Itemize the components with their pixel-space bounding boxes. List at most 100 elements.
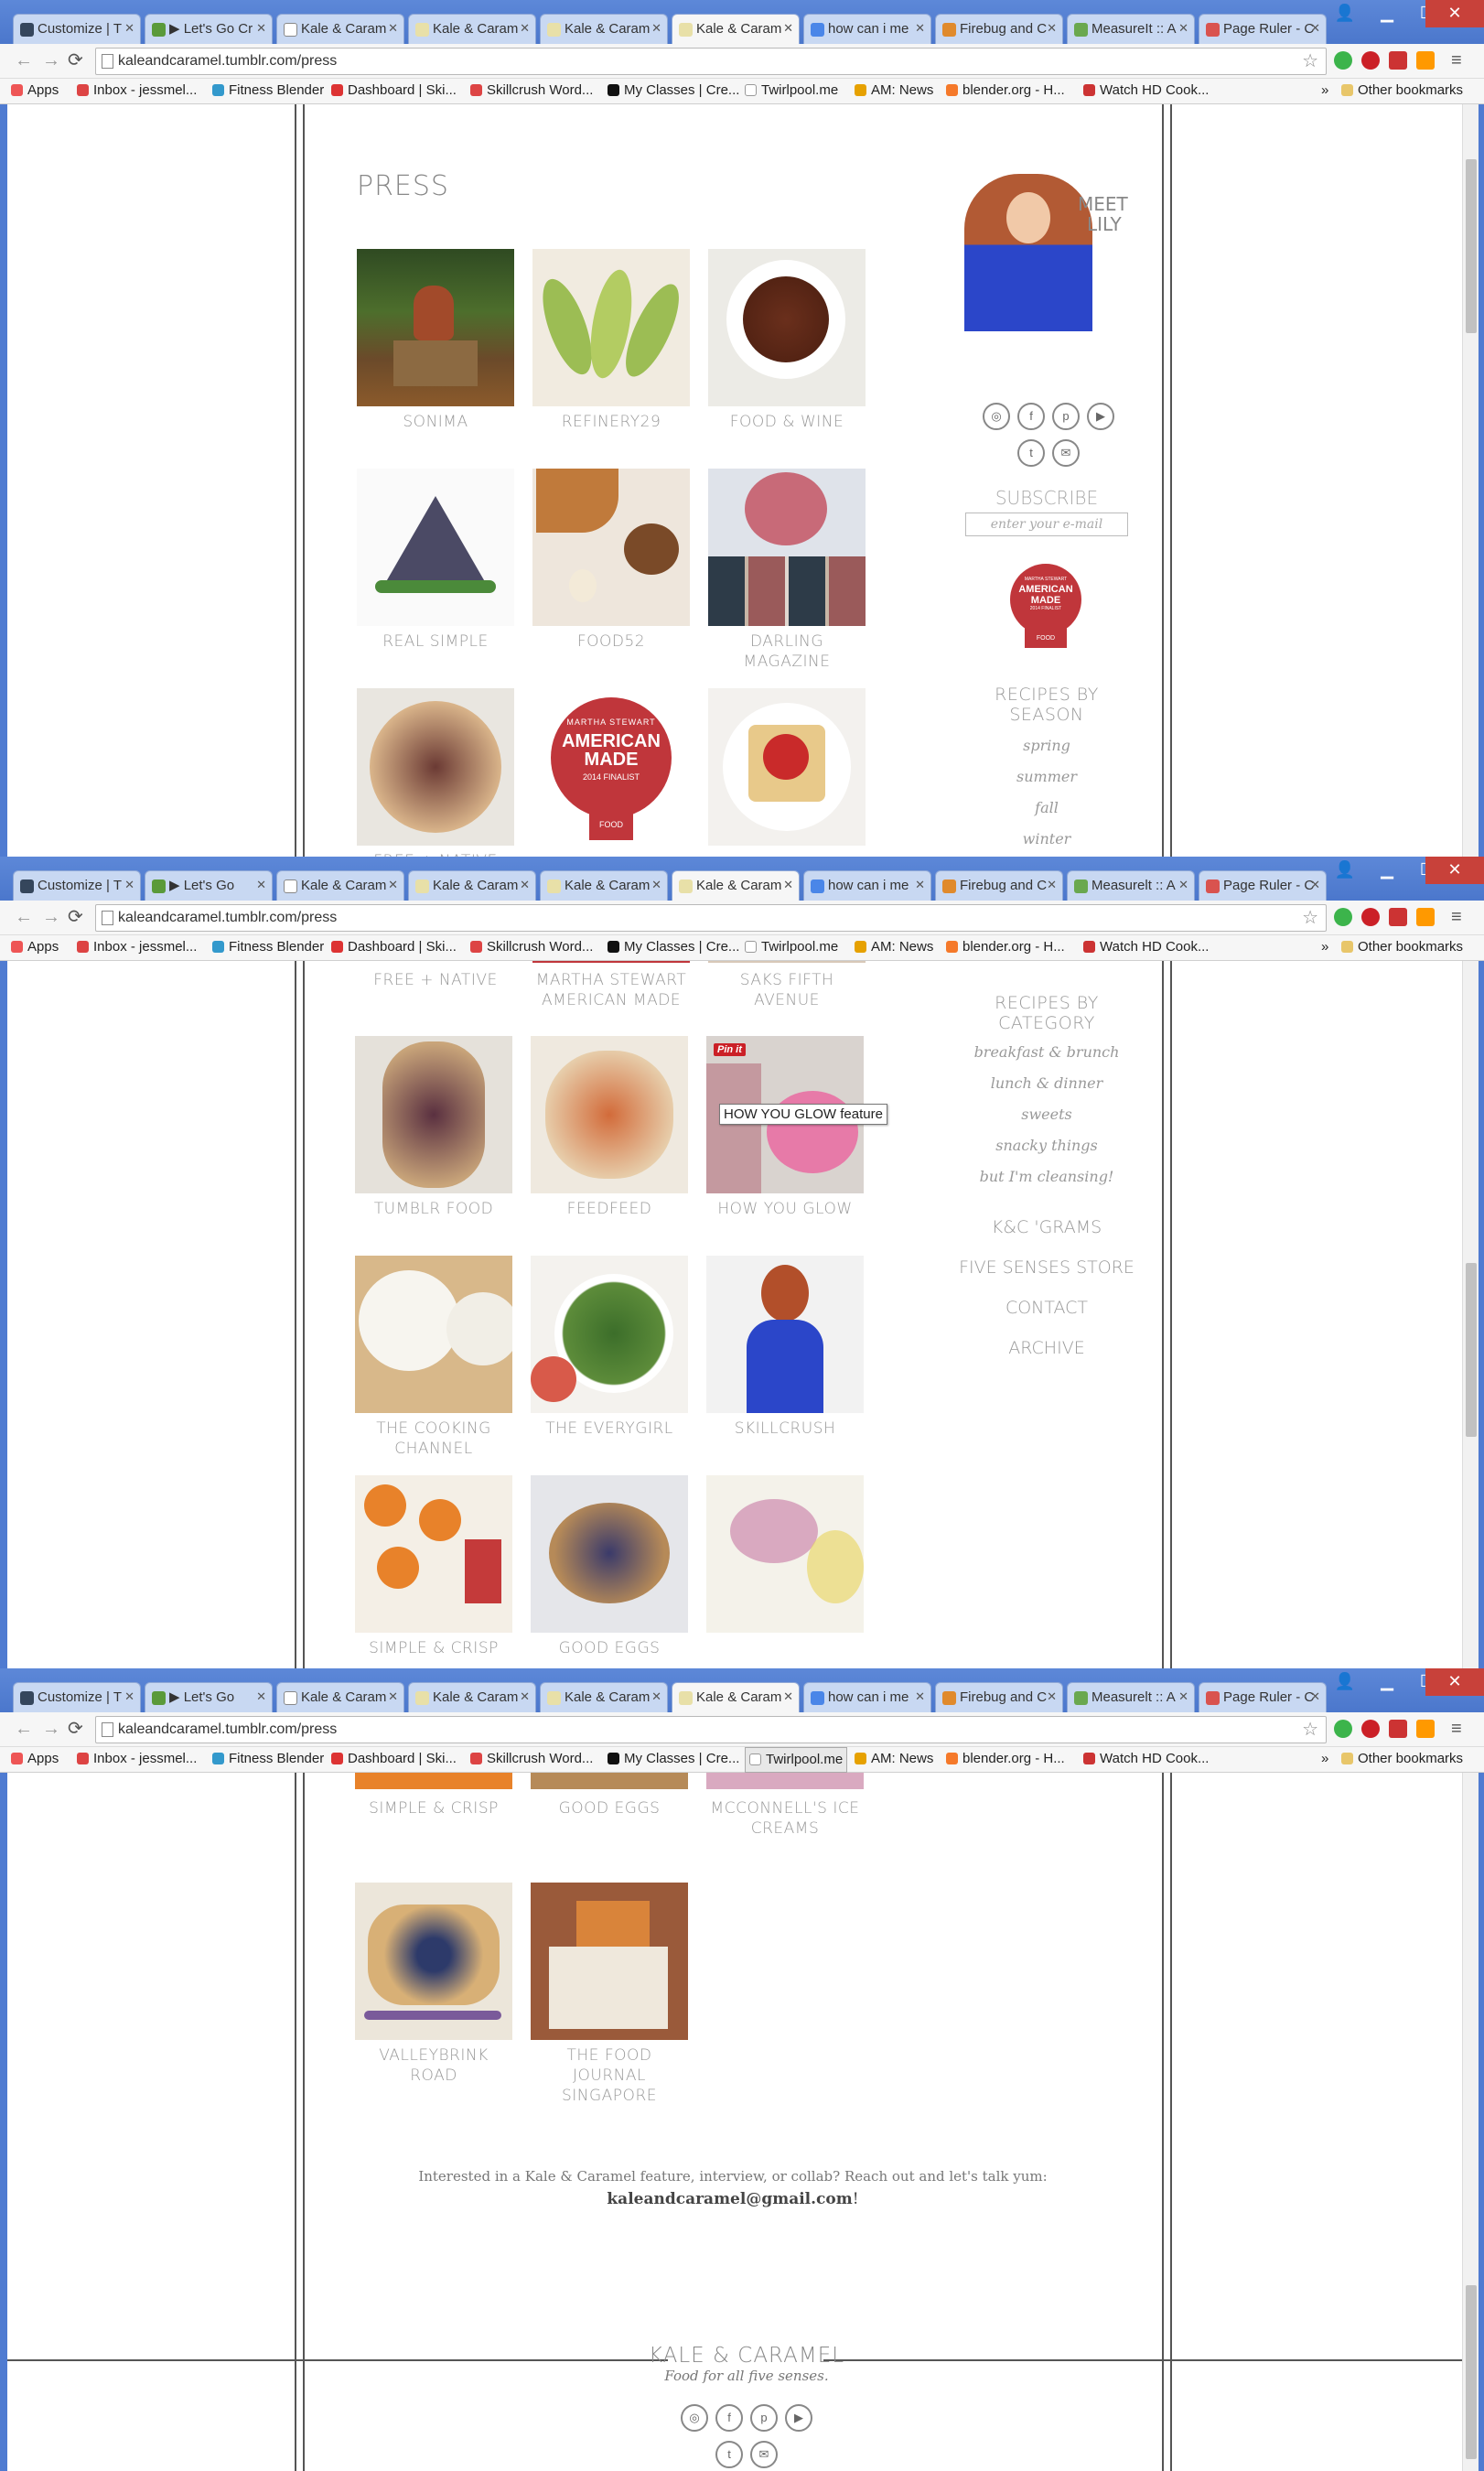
meet-lily-heading[interactable]: MEET LILY bbox=[1078, 194, 1128, 234]
tab[interactable]: ▶ Let's Go Cr ✕ bbox=[145, 14, 273, 44]
more-bookmarks[interactable]: » bbox=[1321, 935, 1328, 959]
press-image[interactable] bbox=[357, 688, 514, 846]
press-item[interactable]: FOOD & WINE bbox=[708, 249, 866, 432]
bookmark[interactable]: blender.org - H... bbox=[946, 1747, 1065, 1771]
press-image[interactable] bbox=[708, 688, 866, 846]
press-image[interactable] bbox=[355, 1036, 512, 1193]
tab[interactable]: Kale & Caram ✕ bbox=[540, 1682, 668, 1712]
press-item[interactable]: FEEDFEED bbox=[531, 1036, 688, 1219]
press-item[interactable]: REAL SIMPLE bbox=[357, 469, 514, 652]
back-icon[interactable]: ← bbox=[15, 49, 33, 72]
minimize-button[interactable]: ▁ bbox=[1367, 0, 1407, 27]
close-tab-icon[interactable]: ✕ bbox=[1047, 878, 1057, 892]
bookmark-apps[interactable]: Apps bbox=[11, 935, 59, 959]
bookmark[interactable]: Skillcrush Word... bbox=[470, 79, 593, 103]
extension-icon[interactable] bbox=[1334, 908, 1352, 926]
save-extension-icon[interactable] bbox=[1389, 51, 1407, 70]
bookmark[interactable]: Inbox - jessmel... bbox=[77, 79, 197, 103]
press-image[interactable] bbox=[708, 469, 866, 626]
bookmark[interactable]: Fitness Blender bbox=[212, 935, 324, 959]
contact-link[interactable]: CONTACT bbox=[955, 1288, 1138, 1328]
bookmark[interactable]: blender.org - H... bbox=[946, 79, 1065, 103]
close-tab-icon[interactable]: ✕ bbox=[1178, 1689, 1188, 1704]
bookmark-apps[interactable]: Apps bbox=[11, 1747, 59, 1771]
press-image[interactable] bbox=[355, 1256, 512, 1413]
bookmark[interactable]: Watch HD Cook... bbox=[1083, 79, 1209, 103]
close-tab-icon[interactable]: ✕ bbox=[124, 878, 134, 892]
press-item[interactable] bbox=[708, 688, 866, 846]
season-link-spring[interactable]: spring bbox=[955, 730, 1138, 761]
store-link[interactable]: FIVE SENSES STORE bbox=[955, 1247, 1138, 1288]
tab[interactable]: Page Ruler - C ✕ bbox=[1199, 870, 1327, 901]
close-tab-icon[interactable]: ✕ bbox=[783, 21, 793, 36]
close-tab-icon[interactable]: ✕ bbox=[256, 21, 266, 36]
bookmark[interactable]: AM: News bbox=[855, 935, 933, 959]
pinterest-icon[interactable]: p bbox=[1052, 403, 1080, 430]
tab[interactable]: Kale & Caram ✕ bbox=[276, 1682, 404, 1712]
youtube-icon[interactable]: ▶ bbox=[785, 2404, 812, 2432]
more-bookmarks[interactable]: » bbox=[1321, 79, 1328, 103]
forward-icon[interactable]: → bbox=[42, 1717, 60, 1741]
close-tab-icon[interactable]: ✕ bbox=[1047, 21, 1057, 36]
close-tab-icon[interactable]: ✕ bbox=[1310, 1689, 1320, 1704]
address-bar[interactable]: kaleandcaramel.tumblr.com/press ☆ bbox=[95, 1716, 1327, 1743]
press-image[interactable] bbox=[357, 469, 514, 626]
season-link-summer[interactable]: summer bbox=[955, 761, 1138, 793]
close-tab-icon[interactable]: ✕ bbox=[388, 1689, 398, 1704]
tab[interactable]: Customize | T ✕ bbox=[13, 14, 141, 44]
extension-icon[interactable] bbox=[1334, 1720, 1352, 1738]
back-icon[interactable]: ← bbox=[15, 905, 33, 929]
tab-active[interactable]: Kale & Caram ✕ bbox=[672, 14, 800, 44]
close-tab-icon[interactable]: ✕ bbox=[783, 878, 793, 892]
close-tab-icon[interactable]: ✕ bbox=[915, 21, 925, 36]
press-item[interactable]: VALLEYBRINK ROAD bbox=[355, 1883, 512, 2086]
bookmark[interactable]: My Classes | Cre... bbox=[608, 79, 739, 103]
category-link[interactable]: snacky things bbox=[955, 1130, 1138, 1161]
bookmark[interactable]: Twirlpool.me bbox=[745, 79, 838, 103]
email-icon[interactable]: ✉ bbox=[1052, 439, 1080, 467]
close-tab-icon[interactable]: ✕ bbox=[256, 1689, 266, 1704]
tab[interactable]: Firebug and C ✕ bbox=[935, 870, 1063, 901]
bookmark[interactable]: Skillcrush Word... bbox=[470, 935, 593, 959]
extension-icon[interactable] bbox=[1334, 51, 1352, 70]
menu-icon[interactable]: ≡ bbox=[1451, 1717, 1462, 1741]
instagram-icon[interactable]: ◎ bbox=[983, 403, 1010, 430]
bookmark[interactable]: Dashboard | Ski... bbox=[331, 935, 457, 959]
contact-email-link[interactable]: kaleandcaramel@gmail.com bbox=[607, 2190, 852, 2208]
press-image[interactable] bbox=[355, 1475, 512, 1633]
footer-logo[interactable]: KALE & CARAMEL bbox=[641, 2344, 852, 2368]
tab[interactable]: Measurelt :: A ✕ bbox=[1067, 1682, 1195, 1712]
category-link[interactable]: lunch & dinner bbox=[955, 1068, 1138, 1099]
scrollbar-thumb[interactable] bbox=[1466, 159, 1477, 333]
forward-icon[interactable]: → bbox=[42, 905, 60, 929]
tab[interactable]: Page Ruler - C ✕ bbox=[1199, 1682, 1327, 1712]
press-item[interactable]: MARTHA STEWART AMERICAN MADE 2014 FINALI… bbox=[532, 688, 690, 846]
close-tab-icon[interactable]: ✕ bbox=[783, 1689, 793, 1704]
season-link-fall[interactable]: fall bbox=[955, 793, 1138, 824]
menu-icon[interactable]: ≡ bbox=[1451, 905, 1462, 929]
address-bar[interactable]: kaleandcaramel.tumblr.com/press ☆ bbox=[95, 48, 1327, 75]
tab[interactable]: ▶ Let's Go ✕ bbox=[145, 1682, 273, 1712]
press-item[interactable]: THE EVERYGIRL bbox=[531, 1256, 688, 1439]
close-tab-icon[interactable]: ✕ bbox=[124, 21, 134, 36]
bookmark-star-icon[interactable]: ☆ bbox=[1302, 905, 1318, 931]
close-tab-icon[interactable]: ✕ bbox=[1047, 1689, 1057, 1704]
press-image[interactable] bbox=[531, 1256, 688, 1413]
twitter-icon[interactable]: t bbox=[1017, 439, 1045, 467]
press-image[interactable] bbox=[708, 249, 866, 406]
tab[interactable]: Firebug and C ✕ bbox=[935, 1682, 1063, 1712]
minimize-button[interactable]: ▁ bbox=[1367, 857, 1407, 884]
tab[interactable]: Customize | T ✕ bbox=[13, 1682, 141, 1712]
close-tab-icon[interactable]: ✕ bbox=[1310, 21, 1320, 36]
close-tab-icon[interactable]: ✕ bbox=[915, 878, 925, 892]
email-icon[interactable]: ✉ bbox=[750, 2441, 778, 2468]
pinterest-icon[interactable] bbox=[1361, 908, 1380, 926]
user-icon[interactable]: 👤 bbox=[1325, 1668, 1365, 1696]
save-extension-icon[interactable] bbox=[1389, 1720, 1407, 1738]
close-tab-icon[interactable]: ✕ bbox=[915, 1689, 925, 1704]
tab[interactable]: Firebug and C ✕ bbox=[935, 14, 1063, 44]
scrollbar[interactable] bbox=[1462, 961, 1479, 1668]
other-bookmarks[interactable]: Other bookmarks bbox=[1341, 1747, 1463, 1771]
bookmark[interactable]: Twirlpool.me bbox=[745, 935, 838, 959]
close-tab-icon[interactable]: ✕ bbox=[520, 1689, 530, 1704]
